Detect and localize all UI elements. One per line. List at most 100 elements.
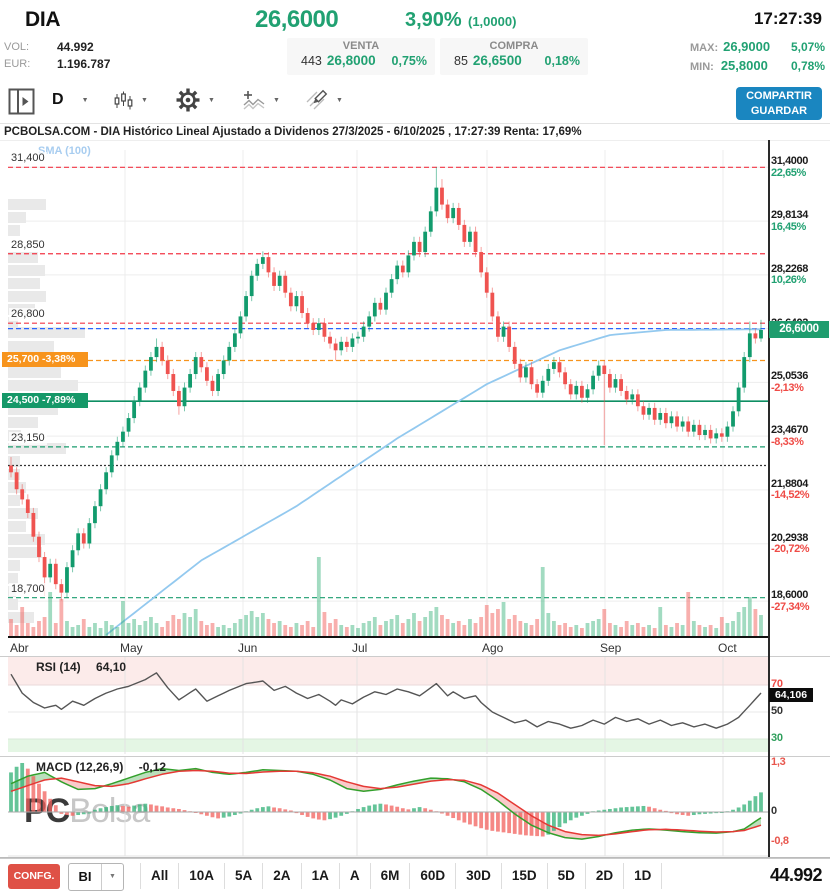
timeframe-button-10a[interactable]: 10A (178, 863, 224, 889)
compra-quote[interactable]: COMPRA 85 26,6500 0,18% (440, 38, 588, 75)
rsi-label: RSI (14) (36, 660, 81, 674)
chevron-down-icon: ▼ (208, 97, 215, 104)
compra-label: COMPRA (440, 40, 588, 52)
timeframe-button-2d[interactable]: 2D (585, 863, 623, 889)
compra-percent: 0,18% (545, 54, 580, 68)
pencil-draw-icon (305, 89, 328, 111)
eur-value: 1.196.787 (57, 57, 110, 71)
x-axis-month-label: May (120, 641, 143, 655)
rsi-value: 64,10 (96, 660, 126, 674)
timeframe-button-30d[interactable]: 30D (455, 863, 501, 889)
macd-pane-label: MACD (12,26,9) -0,12 (36, 760, 166, 774)
vol-label: VOL: (4, 41, 29, 53)
settings-dropdown[interactable]: ▼ (176, 88, 215, 112)
price-axis-label: 28,226810,26% (771, 264, 829, 287)
level-badge: 24,500 -7,89% (2, 393, 88, 408)
toggle-sidebar-button[interactable] (8, 88, 35, 115)
draw-tools-dropdown[interactable]: ▼ (305, 89, 343, 111)
price-axis-label: 29,813416,45% (771, 210, 829, 233)
pcbolsa-app: DIA 26,6000 3,90% (1,0000) 17:27:39 VOL:… (0, 0, 830, 893)
timeframe-button-2a[interactable]: 2A (262, 863, 300, 889)
price-axis-label: 23,4670-8,33% (771, 425, 829, 448)
timeframe-button-6m[interactable]: 6M (370, 863, 410, 889)
timeframe-button-all[interactable]: All (140, 863, 178, 889)
last-price: 26,6000 (255, 6, 338, 34)
x-axis-month-label: Oct (718, 641, 737, 655)
price-axis-label: 20,2938-20,72% (771, 533, 829, 556)
config-button[interactable]: CONFG. (8, 864, 60, 889)
timeframe-row: All10A5A2A1AA6M60D30D15D5D2D1D (140, 863, 662, 889)
price-axis-label: 31,400022,65% (771, 156, 829, 179)
compra-count: 85 (454, 54, 468, 68)
price-axis-label: 25,0536-2,13% (771, 371, 829, 394)
level-badge: 25,700 -3,38% (2, 352, 88, 367)
panel-toggle-icon (8, 88, 35, 115)
rsi-pane-label: RSI (14) 64,10 (36, 660, 126, 674)
level-label: 26,800 (9, 308, 47, 321)
venta-price: 26,8000 (327, 53, 376, 68)
timeframe-button-60d[interactable]: 60D (409, 863, 455, 889)
max-row: MAX: 26,9000 5,07% (690, 39, 825, 54)
x-axis-month-label: Ago (482, 641, 503, 655)
guardar-label: GUARDAR (736, 104, 822, 119)
level-label: 18,700 (9, 583, 47, 596)
price-axis-label: 21,8804-14,52% (771, 479, 829, 502)
compra-price: 26,6500 (473, 53, 522, 68)
venta-count: 443 (301, 54, 322, 68)
chevron-down-icon: ▼ (141, 97, 148, 104)
macd-label: MACD (12,26,9) (36, 760, 123, 774)
compartir-guardar-button[interactable]: COMPARTIR GUARDAR (736, 87, 822, 120)
interval-value: D (52, 91, 64, 109)
pair-select[interactable]: BI ▼ (68, 863, 124, 891)
interval-dropdown[interactable]: D ▼ (52, 91, 89, 109)
x-axis-month-label: Sep (600, 641, 621, 655)
venta-quote[interactable]: VENTA 443 26,8000 0,75% (287, 38, 435, 75)
min-value: 25,8000 (721, 58, 768, 73)
x-axis-month-label: Jun (238, 641, 257, 655)
chart-toolbar: D ▼ ▼ (0, 85, 830, 123)
chevron-down-icon: ▼ (101, 864, 123, 890)
chart-type-dropdown[interactable]: ▼ (114, 91, 148, 110)
main-price-chart[interactable] (0, 140, 830, 657)
timeframe-button-5d[interactable]: 5D (547, 863, 585, 889)
chevron-down-icon: ▼ (82, 97, 89, 104)
gear-icon (176, 88, 200, 112)
symbol-ticker: DIA (25, 8, 60, 32)
max-value: 26,9000 (723, 39, 770, 54)
eur-label: EUR: (4, 58, 30, 70)
rsi-axis-label: 50 (771, 705, 783, 717)
indicators-dropdown[interactable]: ▼ (243, 90, 280, 111)
chevron-down-icon: ▼ (336, 97, 343, 104)
add-indicator-icon (243, 90, 265, 111)
chevron-down-icon: ▼ (273, 97, 280, 104)
timeframe-button-5a[interactable]: 5A (224, 863, 262, 889)
x-axis-month-label: Abr (10, 641, 29, 655)
max-percent: 5,07% (791, 40, 825, 54)
min-row: MIN: 25,8000 0,78% (690, 58, 825, 73)
max-label: MAX: (690, 42, 718, 54)
price-axis-label: 18,6000-27,34% (771, 590, 829, 613)
chart-title-bar: PCBOLSA.COM - DIA Histórico Lineal Ajust… (0, 123, 830, 141)
change-percent: 3,90% (405, 9, 462, 32)
pair-value: BI (69, 864, 101, 890)
bottom-volume-value: 44.992 (770, 865, 822, 886)
min-percent: 0,78% (791, 59, 825, 73)
vol-value: 44.992 (57, 40, 94, 54)
venta-percent: 0,75% (392, 54, 427, 68)
axis-border-line (768, 140, 770, 857)
bottom-control-bar: CONFG. BI ▼ All10A5A2A1AA6M60D30D15D5D2D… (0, 858, 830, 893)
timeframe-button-15d[interactable]: 15D (501, 863, 547, 889)
x-axis-month-label: Jul (352, 641, 367, 655)
level-label: 31,400 (9, 152, 47, 165)
venta-label: VENTA (287, 40, 435, 52)
timeframe-button-1d[interactable]: 1D (623, 863, 662, 889)
level-label: 28,850 (9, 239, 47, 252)
compartir-label: COMPARTIR (736, 89, 822, 104)
rsi-value-badge: 64,106 (769, 688, 813, 702)
level-label: 23,150 (9, 432, 47, 445)
timeframe-button-a[interactable]: A (339, 863, 370, 889)
change-absolute: (1,0000) (468, 14, 516, 29)
candlestick-icon (114, 91, 133, 110)
timeframe-button-1a[interactable]: 1A (301, 863, 339, 889)
rsi-axis-label: 30 (771, 732, 783, 744)
